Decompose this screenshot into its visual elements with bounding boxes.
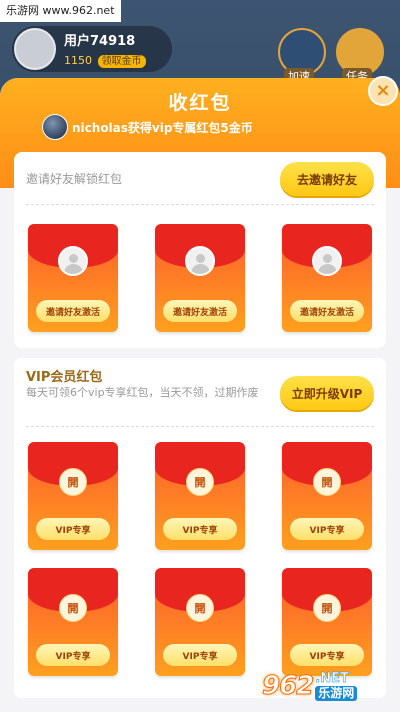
invite-card: 邀请好友解锁红包 去邀请好友 邀请好友激活 邀请好友激活 邀请好友激活	[14, 152, 386, 348]
open-seal-icon: 開	[59, 468, 87, 496]
background-coins: 1150 领取金币	[64, 52, 146, 68]
vip-section-description: 每天可领6个vip专享红包，当天不领，过期作废	[26, 386, 259, 399]
red-packet-modal: 收红包 nicholas获得vip专属红包5金币 邀请好友解锁红包 去邀请好友 …	[0, 78, 400, 712]
watermark-logo: 962	[261, 671, 314, 702]
divider	[26, 426, 374, 427]
site-watermark-top: 乐游网 www.962.net	[0, 0, 121, 22]
notice-avatar	[42, 114, 68, 140]
vip-section-title: VIP会员红包	[26, 370, 103, 385]
background-avatar	[14, 28, 56, 70]
open-seal-icon: 開	[186, 468, 214, 496]
activate-button[interactable]: 邀请好友激活	[163, 300, 237, 322]
avatar-placeholder-icon	[312, 246, 342, 276]
coin-badge: 领取金币	[97, 55, 146, 68]
site-watermark-bottom: 962 .NET 乐游网	[261, 664, 398, 708]
vip-red-packet[interactable]: 開 VIP专享	[155, 568, 245, 676]
vip-red-packet[interactable]: 開 VIP专享	[28, 442, 118, 550]
watermark-cn: 乐游网	[315, 685, 358, 701]
open-seal-icon: 開	[313, 594, 341, 622]
invite-friends-button[interactable]: 去邀请好友	[280, 162, 374, 196]
vip-exclusive-button[interactable]: VIP专享	[36, 644, 110, 666]
locked-red-packet[interactable]: 邀请好友激活	[282, 224, 372, 332]
vip-exclusive-button[interactable]: VIP专享	[290, 518, 364, 540]
vip-red-packet[interactable]: 開 VIP专享	[282, 568, 372, 676]
vip-card: VIP会员红包 每天可领6个vip专享红包，当天不领，过期作废 立即升级VIP …	[14, 358, 386, 698]
vip-red-packet[interactable]: 開 VIP专享	[28, 568, 118, 676]
activate-button[interactable]: 邀请好友激活	[290, 300, 364, 322]
avatar-placeholder-icon	[185, 246, 215, 276]
open-seal-icon: 開	[59, 594, 87, 622]
upgrade-vip-button[interactable]: 立即升级VIP	[280, 376, 374, 410]
open-seal-icon: 開	[313, 468, 341, 496]
invite-hint: 邀请好友解锁红包	[26, 172, 123, 186]
vip-exclusive-button[interactable]: VIP专享	[290, 644, 364, 666]
vip-red-packet[interactable]: 開 VIP专享	[282, 442, 372, 550]
activate-button[interactable]: 邀请好友激活	[36, 300, 110, 322]
modal-title: 收红包	[168, 92, 232, 114]
open-seal-icon: 開	[186, 594, 214, 622]
notice-text: nicholas获得vip专属红包5金币	[72, 120, 253, 135]
coin-count: 1150	[64, 54, 92, 67]
watermark-net: .NET	[315, 670, 349, 686]
locked-red-packet[interactable]: 邀请好友激活	[28, 224, 118, 332]
divider	[26, 204, 374, 205]
close-icon[interactable]: ×	[368, 76, 398, 106]
vip-exclusive-button[interactable]: VIP专享	[163, 644, 237, 666]
avatar-placeholder-icon	[58, 246, 88, 276]
winner-notice: nicholas获得vip专属红包5金币	[42, 114, 253, 140]
vip-exclusive-button[interactable]: VIP专享	[163, 518, 237, 540]
vip-red-packet[interactable]: 開 VIP专享	[155, 442, 245, 550]
locked-red-packet[interactable]: 邀请好友激活	[155, 224, 245, 332]
vip-exclusive-button[interactable]: VIP专享	[36, 518, 110, 540]
background-username: 用户74918	[64, 34, 136, 49]
